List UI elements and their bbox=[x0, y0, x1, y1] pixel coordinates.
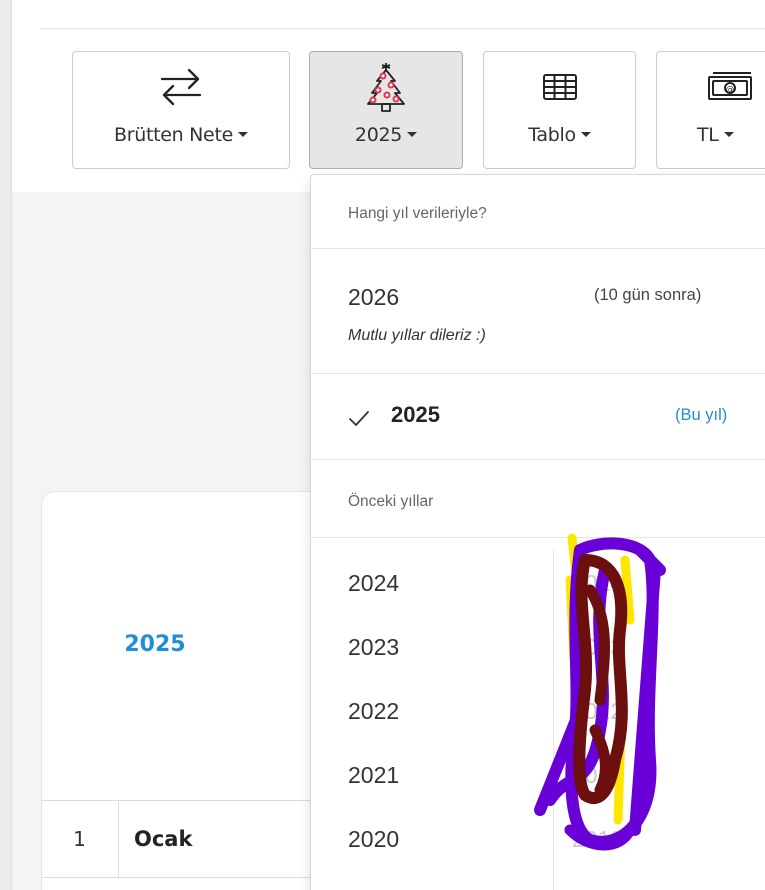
table-grid-icon bbox=[484, 66, 635, 108]
caret-down-icon bbox=[407, 132, 418, 137]
year-button[interactable]: 2025 bbox=[309, 51, 463, 169]
row-month: Ocak bbox=[134, 827, 193, 851]
next-year-subtitle: Mutlu yıllar dileriz :) bbox=[348, 327, 486, 344]
menu-item-year-2023[interactable]: 2023 bbox=[348, 634, 399, 661]
caret-down-icon bbox=[238, 132, 248, 137]
view-mode-label: Tablo bbox=[528, 124, 576, 146]
current-year-note: (Bu yıl) bbox=[675, 406, 728, 424]
caret-down-icon bbox=[723, 132, 734, 137]
swap-arrows-icon bbox=[73, 66, 289, 108]
previous-years-header: Önceki yıllar bbox=[348, 493, 434, 510]
row-number: 1 bbox=[41, 800, 119, 878]
conversion-mode-label: Brütten Nete bbox=[113, 124, 233, 146]
currency-label: TL bbox=[697, 124, 719, 146]
divider bbox=[311, 459, 765, 460]
next-year-label: 2026 bbox=[348, 284, 400, 310]
banknote-icon: @ bbox=[657, 66, 765, 108]
menu-item-current-year[interactable]: 2025 (Bu yıl) bbox=[311, 374, 765, 459]
year-button-label: 2025 bbox=[354, 124, 403, 146]
menu-item-next-year[interactable]: 2026 (10 gün sonra) Mutlu yıllar dileriz… bbox=[311, 249, 765, 373]
left-sidebar-edge bbox=[0, 0, 12, 890]
menu-item-year-2020[interactable]: 2020 bbox=[348, 826, 399, 853]
check-icon bbox=[349, 411, 369, 426]
currency-button[interactable]: @ TL bbox=[656, 51, 765, 169]
menu-item-year-2024[interactable]: 2024 bbox=[348, 570, 399, 597]
divider bbox=[40, 28, 765, 29]
svg-text:@: @ bbox=[726, 85, 734, 94]
next-year-note: (10 gün sonra) bbox=[594, 286, 702, 304]
caret-down-icon bbox=[580, 132, 591, 137]
conversion-mode-button[interactable]: Brütten Nete bbox=[72, 51, 290, 169]
dropdown-header: Hangi yıl verileriyle? bbox=[348, 205, 487, 222]
menu-item-year-2021[interactable]: 2021 bbox=[348, 762, 399, 789]
card-year-title: 2025 bbox=[124, 632, 186, 657]
view-mode-button[interactable]: Tablo bbox=[483, 51, 636, 169]
christmas-tree-icon bbox=[310, 63, 462, 112]
current-year-label: 2025 bbox=[391, 402, 440, 427]
menu-item-year-2022[interactable]: 2022 bbox=[348, 698, 399, 725]
scribble-redaction bbox=[534, 533, 666, 851]
